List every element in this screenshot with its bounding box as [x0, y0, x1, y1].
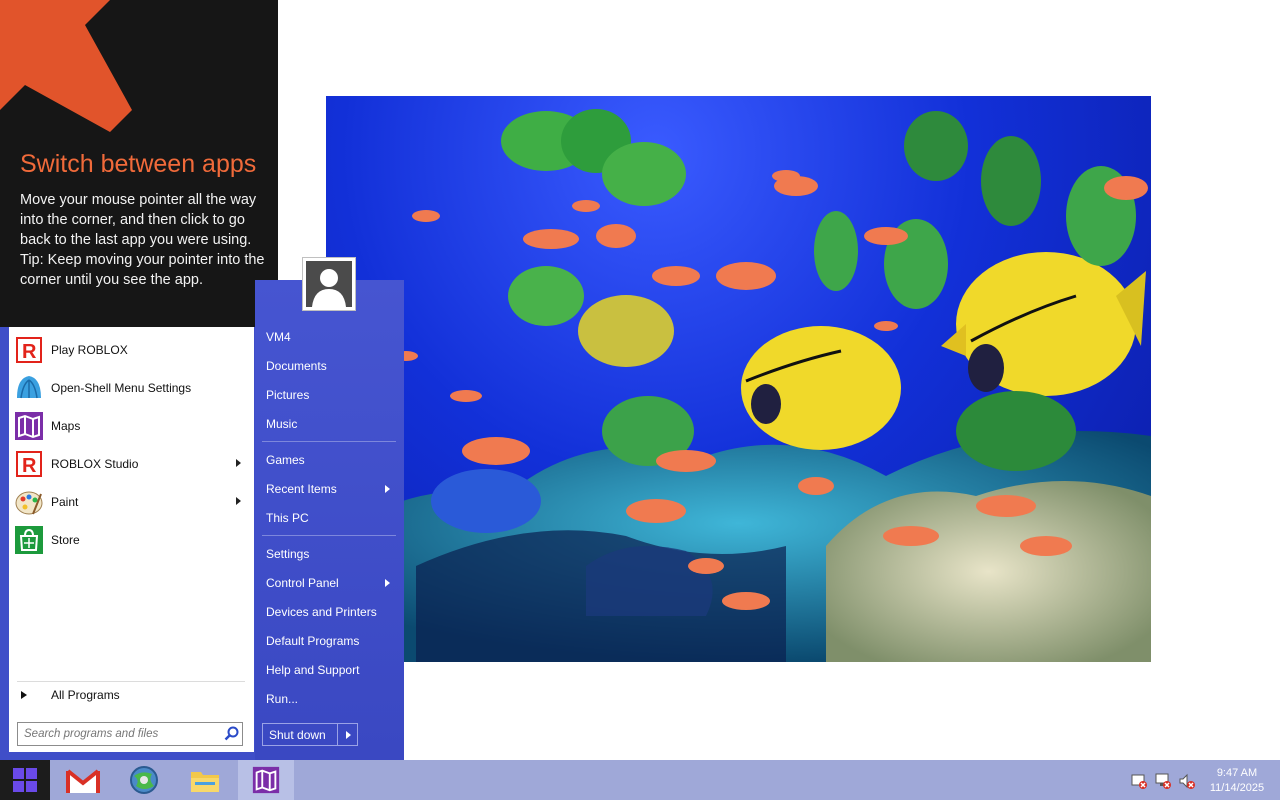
program-label: Open-Shell Menu Settings [51, 381, 192, 395]
roblox-icon: R [16, 337, 42, 363]
user-icon [312, 269, 346, 307]
places-divider [262, 441, 396, 442]
clock[interactable]: 9:47 AM 11/14/2025 [1200, 766, 1274, 796]
all-programs-button[interactable]: All Programs [17, 685, 247, 705]
corner-arrow-icon [0, 0, 132, 132]
tip-title: Switch between apps [20, 150, 257, 178]
submenu-arrow-icon [385, 579, 390, 587]
place-label: Default Programs [266, 634, 360, 648]
search-input[interactable] [18, 724, 222, 744]
place-label: Music [266, 417, 298, 431]
place-label: Documents [266, 359, 327, 373]
volume-muted-icon[interactable] [1178, 772, 1196, 790]
place-music[interactable]: Music [262, 412, 398, 436]
place-pictures[interactable]: Pictures [262, 383, 398, 407]
program-roblox-studio[interactable]: R ROBLOX Studio [13, 447, 251, 481]
shutdown-button-group: Shut down [262, 723, 358, 746]
clock-date: 11/14/2025 [1209, 782, 1265, 794]
place-label: VM4 [266, 330, 291, 344]
windows-logo-icon [13, 768, 37, 792]
expand-arrow-icon [21, 691, 27, 699]
place-run[interactable]: Run... [262, 687, 398, 711]
taskbar-app-maps[interactable] [238, 760, 294, 800]
submenu-arrow-icon [236, 459, 241, 467]
place-label: Games [266, 453, 305, 467]
submenu-arrow-icon [236, 497, 241, 505]
all-programs-label: All Programs [51, 688, 120, 702]
program-play-roblox[interactable]: R Play ROBLOX [13, 333, 251, 367]
place-documents[interactable]: Documents [262, 354, 398, 378]
svg-text:R: R [22, 455, 37, 477]
program-label: Maps [51, 419, 81, 433]
coral-reef-image [326, 109, 1151, 662]
taskbar-app-file-explorer[interactable] [177, 760, 233, 800]
place-label: Pictures [266, 388, 310, 402]
chevron-right-icon [346, 731, 351, 739]
place-default-programs[interactable]: Default Programs [262, 629, 398, 653]
place-label: Devices and Printers [266, 605, 377, 619]
taskbar-app-gmail[interactable] [55, 760, 111, 800]
program-paint[interactable]: Paint [13, 485, 251, 519]
place-label: Run... [266, 692, 299, 706]
switch-apps-tip: Switch between apps Move your mouse poin… [0, 0, 278, 327]
places-pane: VM4 Documents Pictures Music Games Recen… [255, 257, 404, 760]
place-recent-items[interactable]: Recent Items [262, 477, 398, 501]
action-center-icon[interactable] [1130, 772, 1148, 790]
place-control-panel[interactable]: Control Panel [262, 571, 398, 595]
shutdown-options-button[interactable] [337, 724, 357, 745]
place-label: Settings [266, 547, 310, 561]
search-box[interactable] [17, 722, 243, 746]
start-button[interactable] [0, 760, 50, 800]
place-settings[interactable]: Settings [262, 542, 398, 566]
maps-icon [252, 766, 280, 794]
program-open-shell-settings[interactable]: Open-Shell Menu Settings [13, 371, 251, 405]
taskbar-app-browser[interactable] [116, 760, 172, 800]
maps-icon [15, 412, 43, 440]
network-icon[interactable] [1154, 772, 1172, 790]
programs-divider [17, 681, 245, 682]
place-help-support[interactable]: Help and Support [262, 658, 398, 682]
desktop-wallpaper [326, 96, 1151, 662]
places-divider [262, 535, 396, 536]
place-this-pc[interactable]: This PC [262, 506, 398, 530]
tip-description: Move your mouse pointer all the way into… [20, 192, 257, 248]
program-label: Paint [51, 495, 79, 509]
place-label: Recent Items [266, 482, 337, 496]
clock-time: 9:47 AM [1216, 767, 1258, 779]
place-label: This PC [266, 511, 309, 525]
svg-text:R: R [22, 341, 37, 363]
place-vm4[interactable]: VM4 [262, 325, 398, 349]
user-picture[interactable] [302, 257, 356, 311]
browser-icon [130, 766, 158, 794]
shell-icon [17, 376, 41, 399]
program-maps[interactable]: Maps [13, 409, 251, 443]
place-label: Control Panel [266, 576, 339, 590]
roblox-studio-icon: R [16, 451, 42, 477]
program-label: Play ROBLOX [51, 343, 128, 357]
place-games[interactable]: Games [262, 448, 398, 472]
programs-pane: R Play ROBLOX Open-Shell Menu Settings M… [0, 327, 255, 760]
paint-icon [15, 491, 43, 515]
avatar [306, 261, 352, 307]
programs-list: R Play ROBLOX Open-Shell Menu Settings M… [9, 327, 254, 752]
gmail-icon [66, 769, 100, 793]
search-icon[interactable] [222, 724, 242, 744]
shutdown-button[interactable]: Shut down [263, 728, 337, 742]
program-label: Store [51, 533, 80, 547]
start-menu: R Play ROBLOX Open-Shell Menu Settings M… [0, 257, 404, 760]
program-store[interactable]: Store [13, 523, 251, 557]
program-label: ROBLOX Studio [51, 457, 139, 471]
submenu-arrow-icon [385, 485, 390, 493]
place-devices-printers[interactable]: Devices and Printers [262, 600, 398, 624]
file-explorer-icon [191, 772, 219, 792]
tip-body: Move your mouse pointer all the way into… [20, 190, 265, 290]
taskbar: 9:47 AM 11/14/2025 [0, 760, 1280, 800]
place-label: Help and Support [266, 663, 360, 677]
store-icon [15, 526, 43, 554]
